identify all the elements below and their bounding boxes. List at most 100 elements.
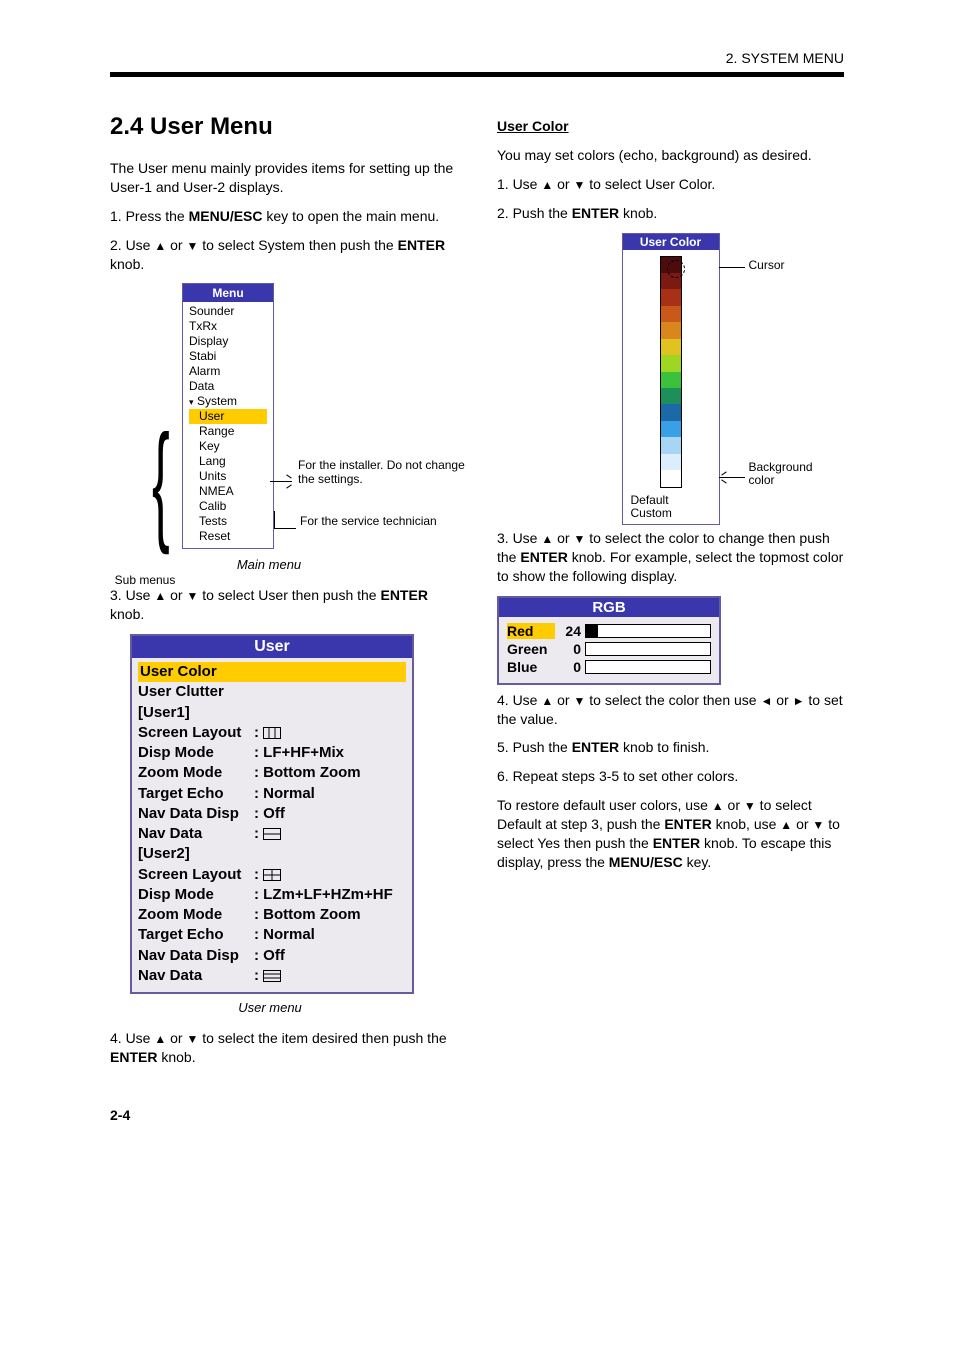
annotation-line [274, 528, 296, 529]
up-icon: ▲ [154, 590, 166, 602]
color-swatch[interactable] [661, 388, 681, 404]
uc-step-4: 4. Use ▲ or ▼ to select the color then u… [497, 691, 844, 729]
annotation-line [719, 477, 745, 478]
user-row[interactable]: Screen Layout: [138, 723, 406, 743]
user-row-highlight[interactable]: User Color [138, 662, 406, 682]
step-3: 3. Use ▲ or ▼ to select User then push t… [110, 586, 457, 624]
user-section[interactable]: [User1] [138, 703, 406, 723]
up-icon: ▲ [712, 800, 724, 812]
menu-sub-item[interactable]: NMEA [189, 484, 267, 499]
user-row[interactable]: Zoom Mode: Bottom Zoom [138, 905, 406, 925]
up-icon: ▲ [541, 179, 553, 191]
user-color-intro: You may set colors (echo, background) as… [497, 146, 844, 165]
menu-sub-item[interactable]: Units [189, 469, 267, 484]
step-1: 1. Press the MENU/ESC key to open the ma… [110, 207, 457, 226]
uc-step-6: 6. Repeat steps 3-5 to set other colors. [497, 767, 844, 786]
section-title: 2.4 User Menu [110, 113, 457, 141]
user-row[interactable]: Target Echo: Normal [138, 784, 406, 804]
annotation-arrowhead [286, 485, 291, 489]
user-row[interactable]: Zoom Mode: Bottom Zoom [138, 763, 406, 783]
intro-text: The User menu mainly provides items for … [110, 159, 457, 197]
default-label: Default [631, 494, 711, 507]
menu-sub-item[interactable]: Reset [189, 529, 267, 544]
user-color-panel: User Color Default Custom [622, 233, 720, 525]
annotation-installer: For the installer. Do not change the set… [298, 459, 468, 485]
annotation-line [719, 267, 745, 268]
down-icon: ▼ [812, 819, 824, 831]
up-icon: ▲ [541, 533, 553, 545]
cursor-label: Cursor [749, 259, 785, 272]
menu-item[interactable]: ▾System [189, 394, 267, 409]
menu-item[interactable]: Display [189, 334, 267, 349]
rgb-panel: RGB Red24 Green0 Blue0 [497, 596, 721, 685]
down-icon: ▼ [573, 179, 585, 191]
user-section[interactable]: [User2] [138, 844, 406, 864]
user-menu-title: User [132, 636, 412, 658]
uc-note: To restore default user colors, use ▲ or… [497, 796, 844, 872]
user-color-title: User Color [623, 234, 719, 250]
annotation-line [274, 511, 275, 529]
user-menu-panel: User User ColorUser Clutter[User1]Screen… [130, 634, 414, 994]
menu-item[interactable]: Stabi [189, 349, 267, 364]
user-row[interactable]: Disp Mode: LZm+LF+HZm+HF [138, 885, 406, 905]
user-menu-caption: User menu [110, 1000, 430, 1015]
menu-sub-item[interactable]: Range [189, 424, 267, 439]
user-row[interactable]: User Clutter [138, 682, 406, 702]
right-column: User Color You may set colors (echo, bac… [497, 113, 844, 1077]
menu-sub-item[interactable]: Calib [189, 499, 267, 514]
color-swatch[interactable] [661, 306, 681, 322]
color-swatch[interactable] [661, 470, 681, 486]
user-row[interactable]: Screen Layout: [138, 865, 406, 885]
color-swatch[interactable] [661, 339, 681, 355]
uc-step-1: 1. Use ▲ or ▼ to select User Color. [497, 175, 844, 194]
rgb-row[interactable]: Red24 [507, 623, 711, 639]
user-row[interactable]: Disp Mode: LF+HF+Mix [138, 743, 406, 763]
up-icon: ▲ [780, 819, 792, 831]
left-column: 2.4 User Menu The User menu mainly provi… [110, 113, 457, 1077]
user-row[interactable]: Nav Data: [138, 966, 406, 986]
color-swatch[interactable] [661, 289, 681, 305]
rgb-row[interactable]: Blue0 [507, 659, 711, 675]
color-swatch[interactable] [661, 322, 681, 338]
step-4: 4. Use ▲ or ▼ to select the item desired… [110, 1029, 457, 1067]
page-header: 2. SYSTEM MENU [110, 50, 844, 66]
annotation-arrowhead [286, 475, 291, 479]
user-row[interactable]: Target Echo: Normal [138, 925, 406, 945]
main-menu-title: Menu [183, 284, 273, 302]
menu-item[interactable]: Data [189, 379, 267, 394]
menu-item[interactable]: Sounder [189, 304, 267, 319]
color-swatch[interactable] [661, 421, 681, 437]
uc-step-2: 2. Push the ENTER knob. [497, 204, 844, 223]
rgb-title: RGB [499, 598, 719, 617]
menu-sub-item[interactable]: Tests [189, 514, 267, 529]
menu-sub-item[interactable]: Lang [189, 454, 267, 469]
down-icon: ▼ [744, 800, 756, 812]
down-icon: ▼ [573, 695, 585, 707]
custom-label: Custom [631, 507, 711, 520]
menu-item[interactable]: TxRx [189, 319, 267, 334]
main-menu-panel: Menu SounderTxRxDisplayStabiAlarmData▾Sy… [182, 283, 274, 549]
color-swatch[interactable] [661, 355, 681, 371]
layout-icon [263, 828, 281, 840]
annotation-service: For the service technician [300, 515, 470, 528]
left-icon: ◄ [760, 695, 772, 707]
main-menu-caption: Main menu [154, 557, 384, 572]
color-panel-figure: User Color Default Custom Cursor Back [541, 233, 801, 525]
submenus-label: Sub menus [110, 573, 180, 587]
user-row[interactable]: Nav Data Disp: Off [138, 804, 406, 824]
up-icon: ▲ [541, 695, 553, 707]
layout-icon [263, 970, 281, 982]
menu-sub-item[interactable]: Key [189, 439, 267, 454]
color-swatch[interactable] [661, 404, 681, 420]
rgb-row[interactable]: Green0 [507, 641, 711, 657]
down-icon: ▼ [573, 533, 585, 545]
color-swatch[interactable] [661, 372, 681, 388]
menu-item[interactable]: Alarm [189, 364, 267, 379]
color-swatch[interactable] [661, 437, 681, 453]
main-menu-figure: Menu SounderTxRxDisplayStabiAlarmData▾Sy… [110, 283, 457, 549]
user-row[interactable]: Nav Data: [138, 824, 406, 844]
color-swatch[interactable] [661, 454, 681, 470]
user-row[interactable]: Nav Data Disp: Off [138, 946, 406, 966]
down-icon: ▼ [186, 240, 198, 252]
menu-sub-item[interactable]: User [189, 409, 267, 424]
